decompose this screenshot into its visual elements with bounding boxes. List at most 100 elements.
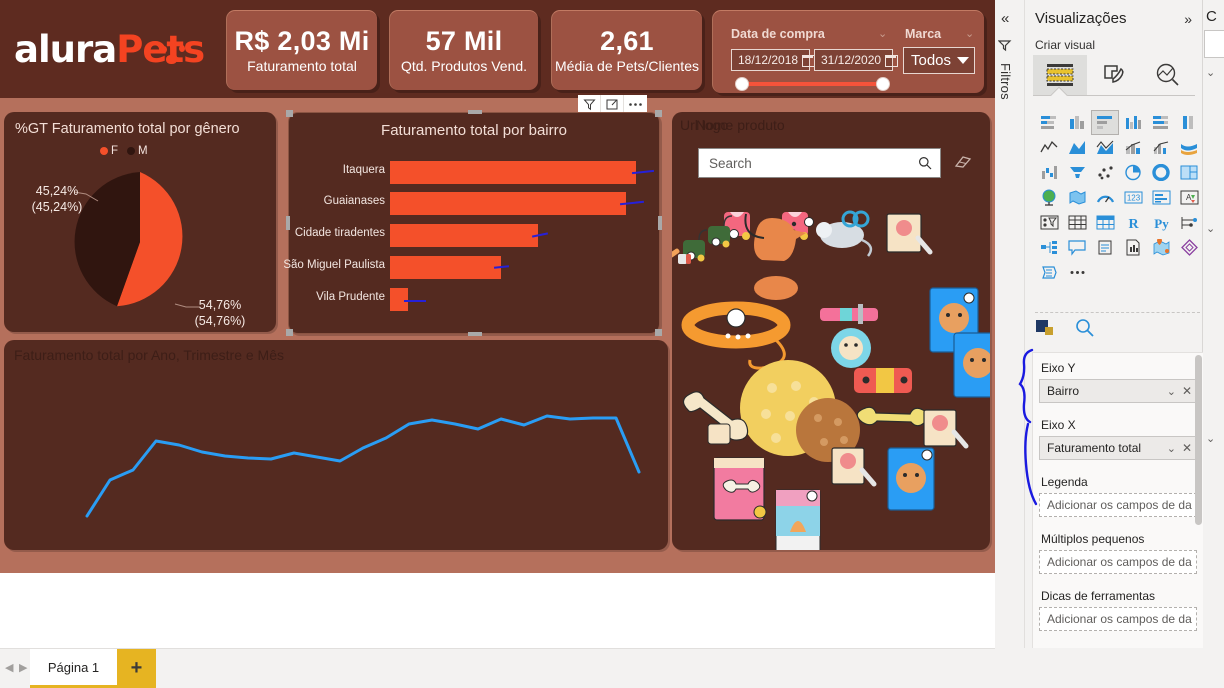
page-tab-pagina-1[interactable]: Página 1 [30, 649, 117, 688]
bar-fill[interactable] [390, 161, 636, 184]
slider-handle-start[interactable] [735, 77, 749, 91]
viz-multi-row-card-icon[interactable] [1147, 185, 1175, 210]
date-range-slider[interactable] [735, 77, 890, 91]
resize-handle-tl[interactable] [286, 110, 293, 117]
viz-qa-icon[interactable] [1063, 235, 1091, 260]
viz-waterfall-chart-icon[interactable] [1035, 160, 1063, 185]
legend-item-f[interactable]: F [100, 145, 118, 157]
resize-handle-b[interactable] [468, 332, 482, 336]
line-series-faturamento[interactable] [85, 414, 641, 518]
date-start-input[interactable]: 18/12/2018 [731, 49, 816, 71]
well-field-faturamento-total[interactable]: Faturamento total ⌄ ✕ [1039, 436, 1197, 460]
viz-slicer-icon[interactable] [1035, 210, 1063, 235]
legend-item-m[interactable]: M [127, 145, 148, 157]
bar-row-vila-prudente[interactable]: Vila Prudente [316, 288, 650, 311]
page-prev-icon[interactable]: ◀ [5, 661, 13, 674]
viz-clustered-bar-chart-icon[interactable] [1091, 110, 1119, 135]
resize-handle-tr[interactable] [655, 110, 662, 117]
product-thumbnail-grid[interactable] [672, 190, 990, 550]
kpi-card-media-pets[interactable]: 2,61 Média de Pets/Clientes [551, 10, 702, 90]
search-icon[interactable] [918, 156, 932, 170]
viz-donut-chart-icon[interactable] [1147, 160, 1175, 185]
viz-line-and-stacked-column-chart-icon[interactable] [1119, 135, 1147, 160]
viz-table-icon[interactable] [1063, 210, 1091, 235]
resize-handle-r[interactable] [658, 216, 662, 230]
kpi-card-faturamento[interactable]: R$ 2,03 Mi Faturamento total [226, 10, 377, 90]
slicer-panel[interactable]: Data de compra ⌄ Marca ⌄ 18/12/2018 31/1… [712, 10, 984, 93]
tab-format-visual[interactable] [1087, 55, 1141, 95]
pie-chart-visual[interactable]: %GT Faturamento total por gênero F M 45,… [4, 112, 276, 332]
line-chart-visual[interactable]: Faturamento total por Ano, Trimestre e M… [4, 340, 668, 550]
viz-line-and-clustered-column-chart-icon[interactable] [1147, 135, 1175, 160]
bar-fill[interactable] [390, 256, 501, 279]
collapse-panes-icon[interactable]: « [1001, 10, 1009, 27]
date-slicer-chevron-down-icon[interactable]: ⌄ [878, 27, 887, 40]
field-wells-scrollbar[interactable] [1195, 355, 1202, 525]
viz-key-influencers-icon[interactable] [1175, 210, 1203, 235]
clear-filter-eraser-icon[interactable] [954, 154, 972, 170]
well-dropzone-multiplos-pequenos[interactable]: Adicionar os campos de da… [1039, 550, 1197, 574]
viz-ribbon-chart-icon[interactable] [1175, 135, 1203, 160]
slider-handle-end[interactable] [876, 77, 890, 91]
product-image-visual[interactable]: Url logo Nome produto Search [672, 112, 990, 550]
calendar-icon[interactable] [802, 54, 816, 67]
viz-stacked-bar-chart-icon[interactable] [1035, 110, 1063, 135]
viz-line-chart-icon[interactable] [1035, 135, 1063, 160]
viz-area-chart-icon[interactable] [1063, 135, 1091, 160]
viz-decomposition-tree-icon[interactable] [1035, 235, 1063, 260]
viz-power-apps-icon[interactable] [1175, 235, 1203, 260]
brand-slicer-chevron-down-icon[interactable]: ⌄ [965, 27, 974, 40]
viz-pie-chart-icon[interactable] [1119, 160, 1147, 185]
resize-handle-l[interactable] [286, 216, 290, 230]
viz-card-icon[interactable]: 123 [1119, 185, 1147, 210]
format-colors-icon[interactable] [1035, 318, 1057, 343]
tab-analytics[interactable] [1141, 55, 1195, 95]
viz-paginated-report-icon[interactable] [1119, 235, 1147, 260]
viz-map-icon[interactable] [1035, 185, 1063, 210]
bar-row-guaianases[interactable]: Guaianases [324, 192, 650, 215]
resize-handle-bl[interactable] [286, 329, 293, 336]
viz-funnel-chart-icon[interactable] [1063, 160, 1091, 185]
viz-stacked-area-chart-icon[interactable] [1091, 135, 1119, 160]
data-pane-chevron-3[interactable]: ⌄ [1206, 432, 1215, 445]
filters-pane-tab[interactable]: Filtros [997, 38, 1022, 100]
viz-more-visuals-icon[interactable] [1063, 260, 1091, 285]
bar-row-cidade-tiradentes[interactable]: Cidade tiradentes [295, 224, 650, 247]
data-pane-box-partial[interactable] [1204, 30, 1224, 58]
viz-matrix-icon[interactable] [1091, 210, 1119, 235]
viz-treemap-icon[interactable] [1175, 160, 1203, 185]
data-pane-chevron-2[interactable]: ⌄ [1206, 222, 1215, 235]
well-field-chevron-down-icon[interactable]: ⌄ [1167, 385, 1176, 398]
date-end-input[interactable]: 31/12/2020 [814, 49, 899, 71]
well-field-chevron-down-icon[interactable]: ⌄ [1167, 442, 1176, 455]
viz-gauge-icon[interactable] [1091, 185, 1119, 210]
search-input[interactable]: Search [698, 148, 941, 178]
page-next-icon[interactable]: ▶ [19, 661, 27, 674]
data-pane-chevron-1[interactable]: ⌄ [1206, 66, 1215, 79]
viz-r-script-icon[interactable]: R [1119, 210, 1147, 235]
viz-azure-map-icon[interactable] [1147, 235, 1175, 260]
viz-clustered-column-chart-icon[interactable] [1119, 110, 1147, 135]
bar-row-itaquera[interactable]: Itaquera [343, 161, 655, 184]
viz-python-script-icon[interactable]: Py [1147, 210, 1175, 235]
bar-row-sao-miguel-paulista[interactable]: São Miguel Paulista [283, 256, 650, 279]
resize-handle-t[interactable] [468, 110, 482, 114]
calendar-icon[interactable] [885, 54, 899, 67]
viz-100-stacked-column-chart-icon[interactable] [1175, 110, 1203, 135]
viz-100-stacked-bar-chart-icon[interactable] [1147, 110, 1175, 135]
expand-pane-icon[interactable]: » [1184, 11, 1192, 27]
viz-scatter-chart-icon[interactable] [1091, 160, 1119, 185]
bar-fill[interactable] [390, 192, 626, 215]
well-dropzone-legenda[interactable]: Adicionar os campos de da… [1039, 493, 1197, 517]
viz-smart-narrative-icon[interactable] [1091, 235, 1119, 260]
bar-chart-visual[interactable]: Faturamento total por bairro Itaquera Gu… [283, 110, 662, 336]
brand-dropdown[interactable]: Todos [903, 47, 975, 74]
search-fields-icon[interactable] [1075, 318, 1095, 343]
resize-handle-br[interactable] [655, 329, 662, 336]
add-page-button[interactable]: + [117, 649, 156, 688]
well-field-remove-icon[interactable]: ✕ [1182, 384, 1192, 398]
viz-stacked-column-chart-icon[interactable] [1063, 110, 1091, 135]
viz-kpi-icon[interactable]: A [1175, 185, 1203, 210]
viz-filled-map-icon[interactable] [1063, 185, 1091, 210]
bar-fill[interactable] [390, 224, 538, 247]
